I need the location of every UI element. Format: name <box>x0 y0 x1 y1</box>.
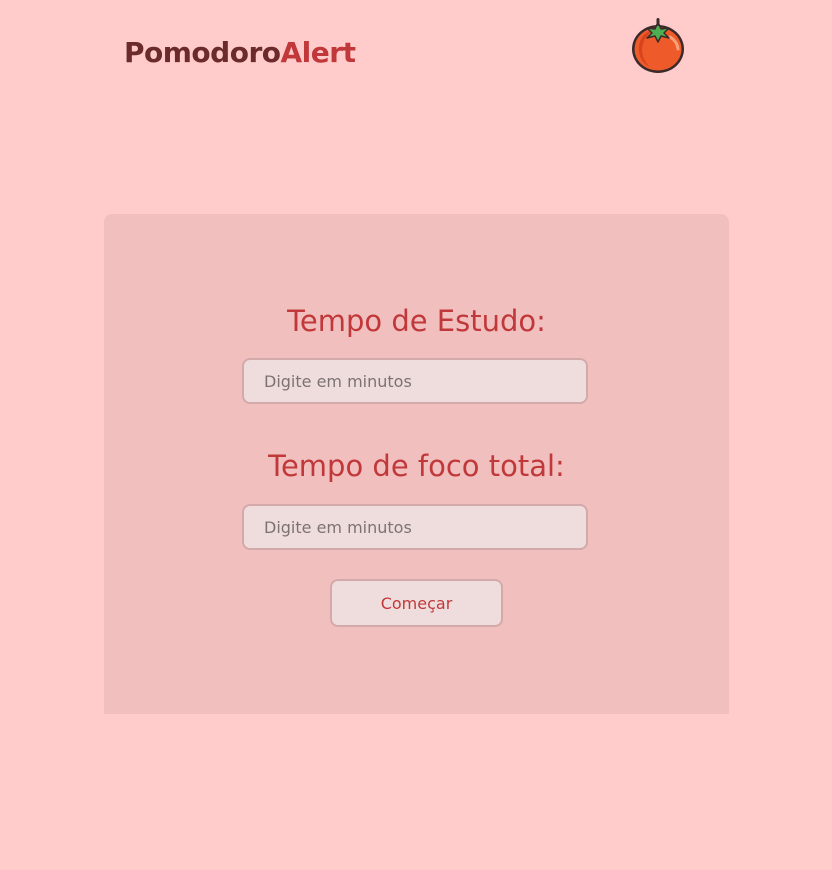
logo-text-pomodoro: Pomodoro <box>124 36 281 69</box>
app-logo: PomodoroAlert <box>124 34 356 72</box>
timer-form-card: Tempo de Estudo: Tempo de foco total: Co… <box>104 214 729 714</box>
focus-time-input[interactable] <box>242 504 588 550</box>
study-time-input[interactable] <box>242 358 588 404</box>
focus-time-label: Tempo de foco total: <box>268 449 565 483</box>
study-time-label: Tempo de Estudo: <box>287 304 546 338</box>
tomato-icon <box>632 18 684 73</box>
logo-text-alert: Alert <box>280 36 356 69</box>
start-button[interactable]: Começar <box>330 579 503 627</box>
